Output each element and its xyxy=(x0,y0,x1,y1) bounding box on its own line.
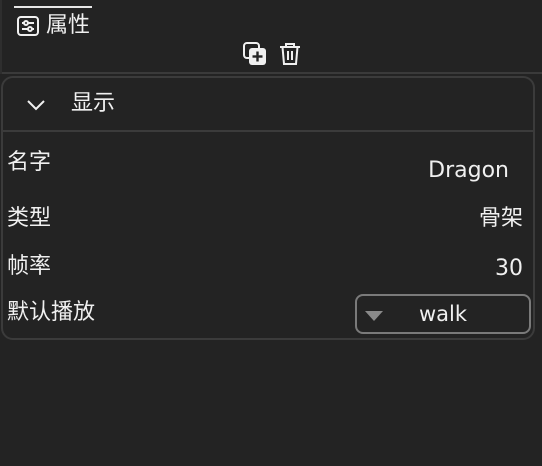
property-label: 名字 xyxy=(7,150,52,175)
delete-component-button[interactable] xyxy=(277,43,303,69)
chevron-down-icon xyxy=(25,94,47,116)
tab-properties-label: 属性 xyxy=(46,13,91,38)
add-copy-icon xyxy=(242,41,268,71)
property-label: 类型 xyxy=(7,206,52,231)
default-animation-value: walk xyxy=(418,302,468,326)
display-section: 显示 名字 Dragon 类型 骨架 帧率 30 默认播放 walk xyxy=(1,76,535,340)
property-row-name: 名字 Dragon xyxy=(3,148,533,188)
add-component-button[interactable] xyxy=(242,41,268,71)
property-value: 30 xyxy=(495,256,523,281)
tab-properties[interactable]: 属性 xyxy=(14,6,93,44)
properties-header: 属性 xyxy=(0,0,542,72)
properties-toolbar xyxy=(242,41,303,71)
left-edge xyxy=(0,0,2,74)
property-label: 帧率 xyxy=(7,254,52,279)
property-label: 默认播放 xyxy=(7,300,96,325)
default-animation-select[interactable]: walk xyxy=(355,294,531,334)
property-row-framerate: 帧率 30 xyxy=(3,252,533,292)
property-row-type: 类型 骨架 xyxy=(3,204,533,244)
property-value: 骨架 xyxy=(478,206,523,231)
sliders-icon xyxy=(16,14,40,38)
properties-window: 属性 显示 名字 Dragon 类型 骨架 帧率 30 默认播放 walk xyxy=(0,0,542,466)
display-section-header[interactable]: 显示 xyxy=(3,78,533,132)
display-section-title: 显示 xyxy=(71,91,116,116)
trash-icon xyxy=(277,41,303,71)
header-divider xyxy=(0,72,542,74)
property-value: Dragon xyxy=(428,158,509,183)
